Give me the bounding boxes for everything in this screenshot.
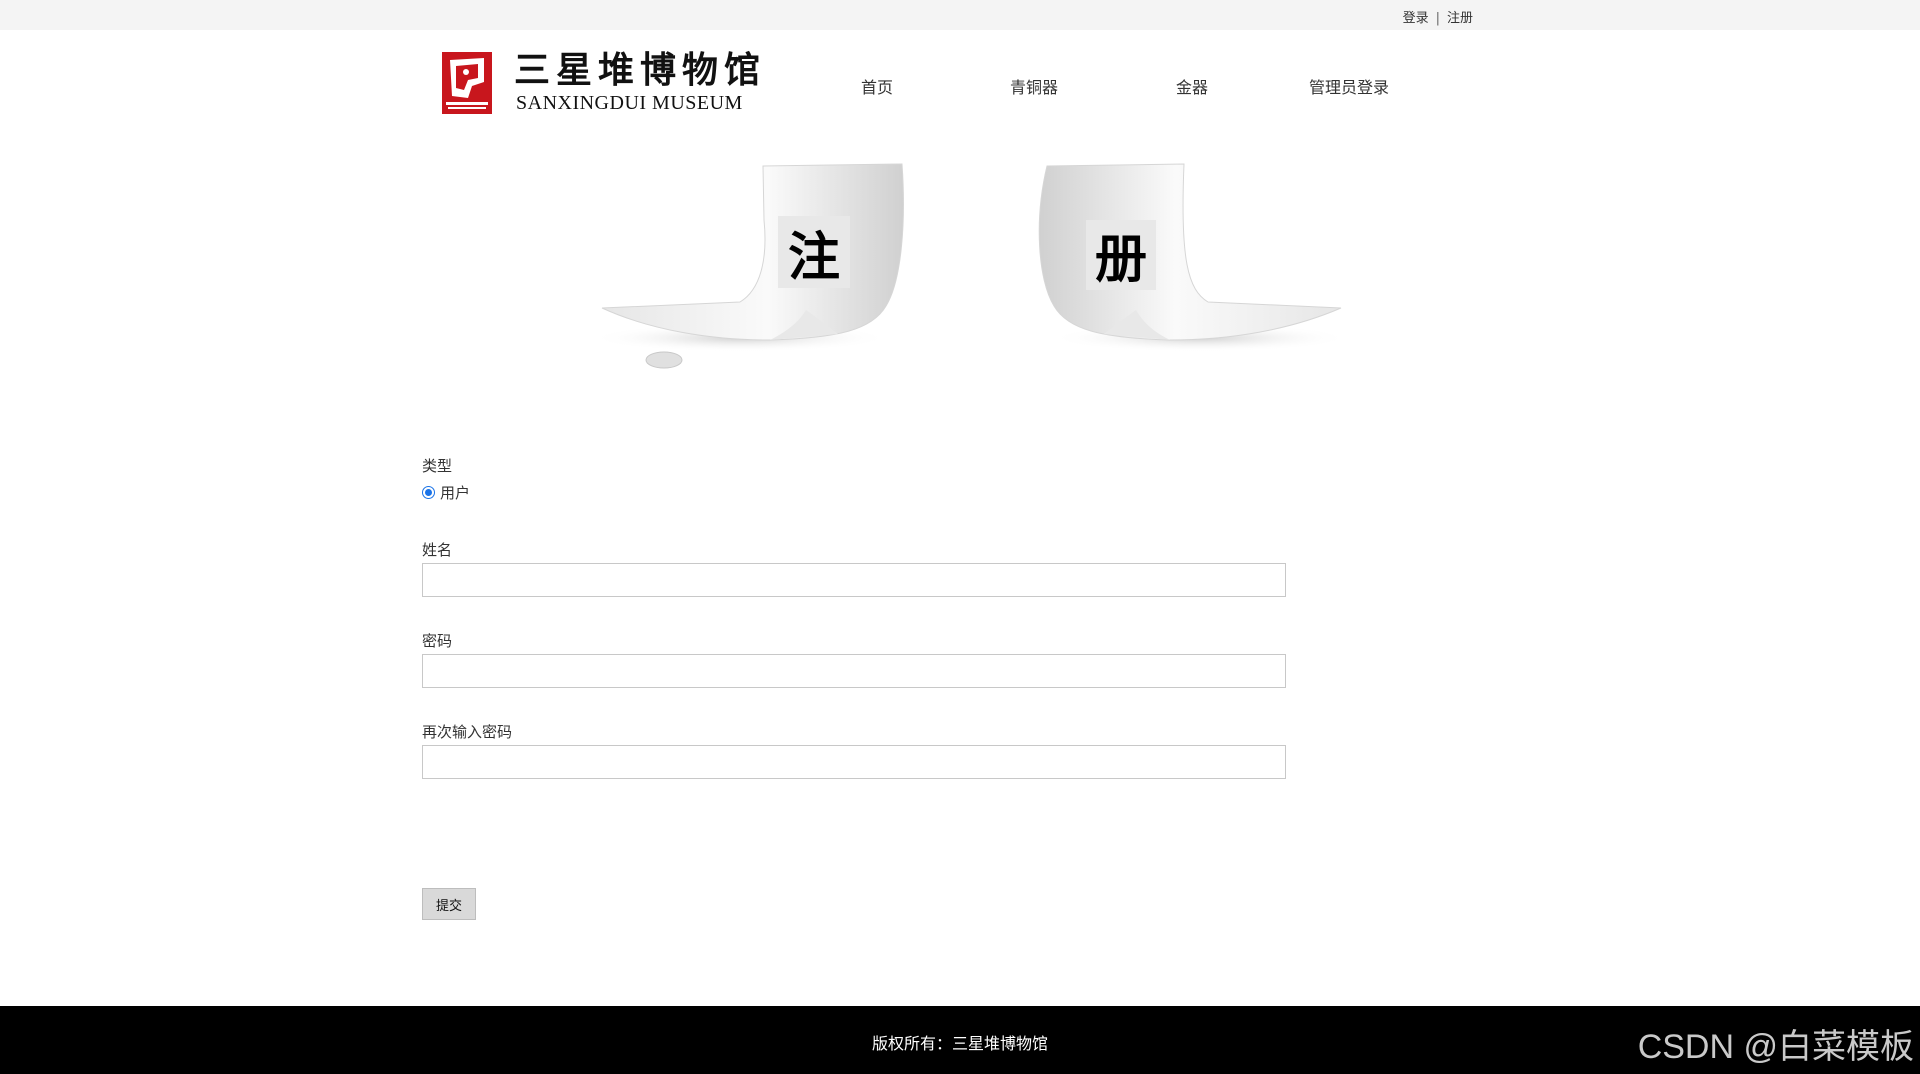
login-link[interactable]: 登录 — [1403, 11, 1429, 26]
register-form: 类型 用户 姓名 密码 再次输入密码 提交 — [422, 456, 1286, 920]
banner-right-char: 册 — [1095, 230, 1147, 290]
password-field-group: 密码 — [422, 631, 1286, 688]
link-separator: | — [1435, 11, 1440, 26]
confirm-password-input[interactable] — [422, 745, 1286, 779]
name-label: 姓名 — [422, 541, 453, 559]
user-type-option-label: 用户 — [440, 484, 471, 502]
name-input[interactable] — [422, 563, 1286, 597]
submit-button[interactable]: 提交 — [422, 888, 476, 920]
nav-item-admin-login[interactable]: 管理员登录 — [1309, 74, 1389, 98]
radio-selected-icon[interactable] — [422, 486, 435, 499]
footer: 版权所有：三星堆博物馆 CSDN @白菜模板 — [0, 1006, 1920, 1074]
account-links: 登录 | 注册 — [1403, 7, 1473, 26]
nav-item-home[interactable]: 首页 — [861, 74, 893, 98]
confirm-password-label: 再次输入密码 — [422, 723, 513, 741]
register-link[interactable]: 注册 — [1447, 11, 1473, 26]
nav-item-bronze[interactable]: 青铜器 — [1010, 74, 1058, 98]
copyright-text: 版权所有：三星堆博物馆 — [871, 1034, 1048, 1053]
password-label: 密码 — [422, 632, 453, 650]
name-field-group: 姓名 — [422, 540, 1286, 597]
type-label: 类型 — [422, 457, 453, 475]
register-banner: 注 册 — [590, 160, 1350, 380]
top-bar: 登录 | 注册 — [0, 0, 1920, 30]
user-type-radio[interactable]: 用户 — [422, 482, 470, 503]
nav-item-gold[interactable]: 金器 — [1176, 74, 1208, 98]
password-input[interactable] — [422, 654, 1286, 688]
confirm-password-field-group: 再次输入密码 — [422, 722, 1286, 779]
main-nav: 首页 青铜器 金器 管理员登录 — [0, 74, 1920, 98]
banner-curled-paper-graphic: 注 册 — [590, 163, 1350, 369]
csdn-watermark: CSDN @白菜模板 — [1637, 1028, 1914, 1066]
banner-left-char: 注 — [788, 228, 840, 288]
